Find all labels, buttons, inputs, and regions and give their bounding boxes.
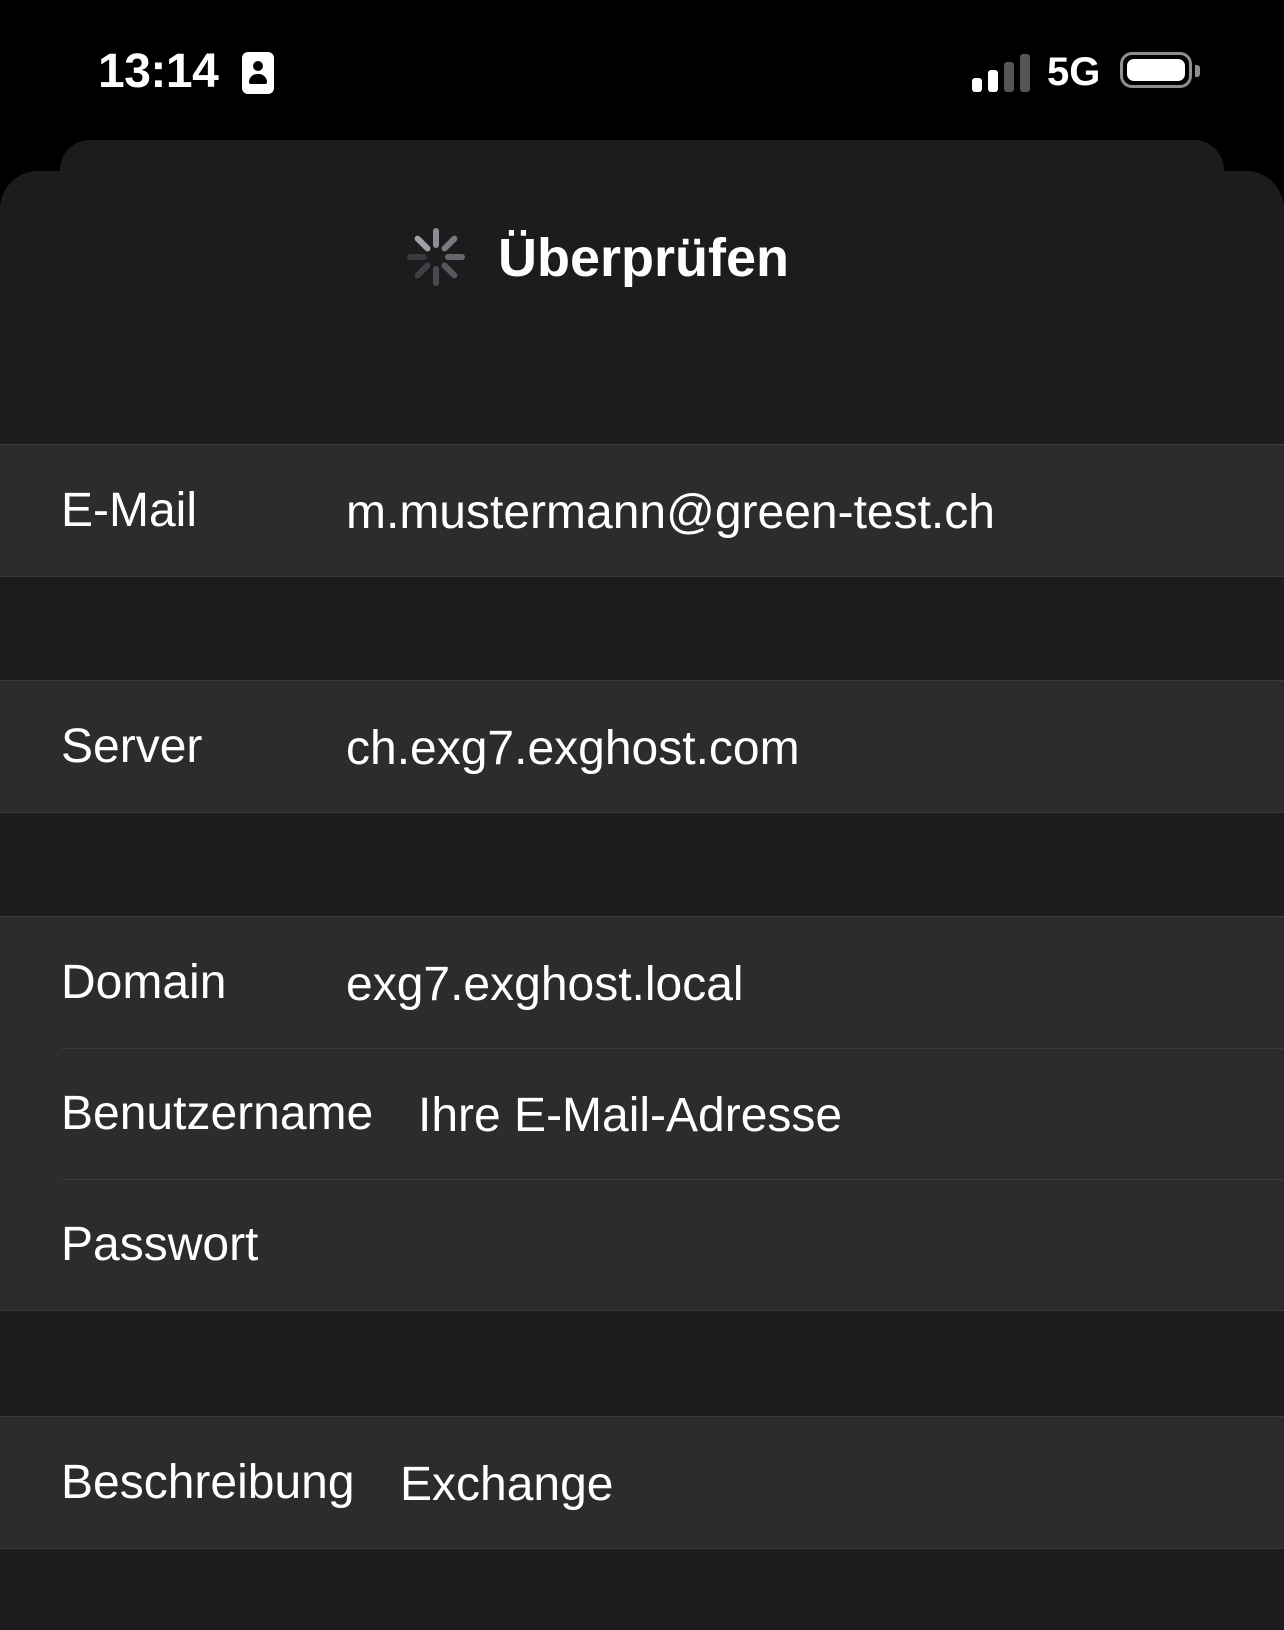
description-field[interactable]: Exchange bbox=[400, 1457, 614, 1512]
battery-icon bbox=[1120, 52, 1200, 88]
description-label: Beschreibung bbox=[61, 1456, 355, 1509]
server-row[interactable]: Server ch.exg7.exghost.com bbox=[0, 681, 1284, 812]
username-label: Benutzername bbox=[61, 1087, 374, 1140]
account-sheet: Überprüfen E-Mail m.mustermann@green-tes… bbox=[0, 171, 1284, 1630]
status-bar: 13:14 5G bbox=[0, 0, 1284, 140]
domain-field[interactable]: exg7.exghost.local bbox=[346, 957, 744, 1012]
server-field[interactable]: ch.exg7.exghost.com bbox=[346, 721, 800, 776]
description-group: Beschreibung Exchange bbox=[0, 1416, 1284, 1549]
spinner-icon bbox=[407, 228, 465, 286]
email-group: E-Mail m.mustermann@green-test.ch bbox=[0, 444, 1284, 577]
username-row[interactable]: Benutzername Ihre E-Mail-Adresse bbox=[0, 1048, 1284, 1179]
username-field[interactable]: Ihre E-Mail-Adresse bbox=[418, 1088, 842, 1143]
network-type-label: 5G bbox=[1047, 50, 1101, 94]
contact-card-icon bbox=[242, 52, 274, 94]
nav-title: Überprüfen bbox=[498, 228, 790, 288]
domain-row[interactable]: Domain exg7.exghost.local bbox=[0, 917, 1284, 1048]
navigation-bar: Überprüfen bbox=[0, 221, 1284, 291]
domain-label: Domain bbox=[61, 956, 227, 1009]
server-label: Server bbox=[61, 720, 203, 773]
server-group: Server ch.exg7.exghost.com bbox=[0, 680, 1284, 813]
status-time: 13:14 bbox=[98, 45, 219, 98]
email-label: E-Mail bbox=[61, 484, 198, 537]
password-row[interactable]: Passwort bbox=[0, 1179, 1284, 1310]
email-row[interactable]: E-Mail m.mustermann@green-test.ch bbox=[0, 445, 1284, 576]
description-row[interactable]: Beschreibung Exchange bbox=[0, 1417, 1284, 1548]
email-field[interactable]: m.mustermann@green-test.ch bbox=[346, 485, 995, 540]
credentials-group: Domain exg7.exghost.local Benutzername I… bbox=[0, 916, 1284, 1311]
cellular-signal-icon bbox=[972, 52, 1032, 92]
password-label: Passwort bbox=[61, 1218, 259, 1271]
